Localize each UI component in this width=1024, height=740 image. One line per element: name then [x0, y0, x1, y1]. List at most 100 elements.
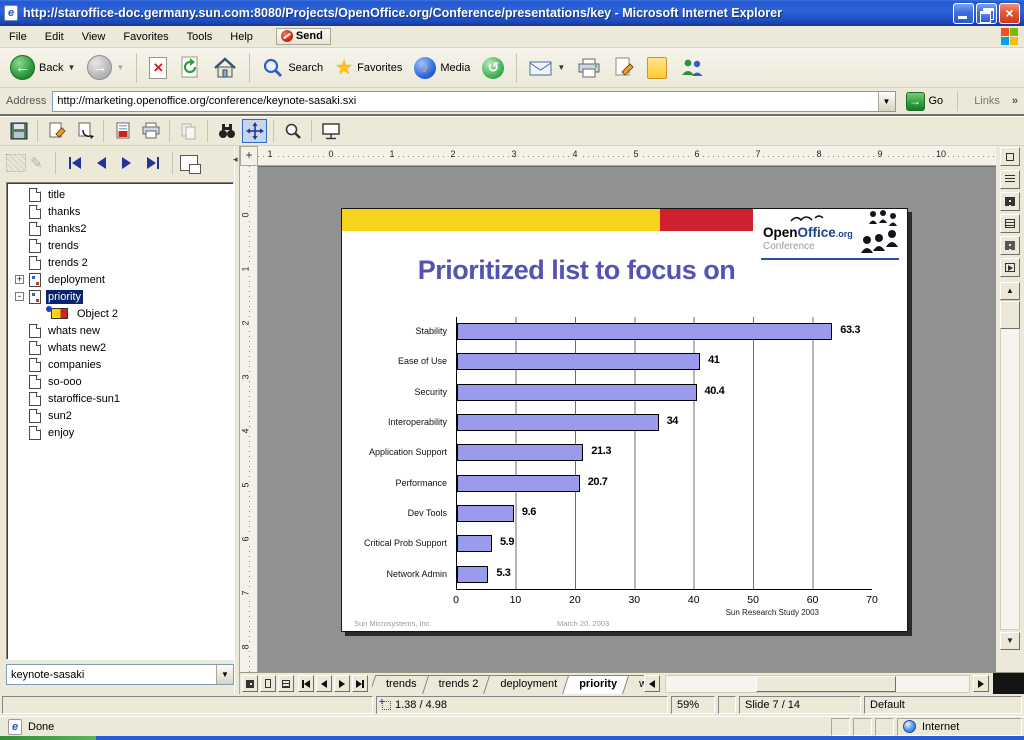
go-button[interactable]: → Go [902, 91, 948, 112]
tree-item-object-2[interactable]: Object 2 [7, 305, 233, 322]
slide-label: priority [46, 290, 83, 304]
slide-tab-priority[interactable]: priority [565, 675, 629, 695]
minimize-button[interactable] [953, 3, 974, 24]
horizontal-scrollbar-thumb[interactable] [756, 676, 896, 692]
refresh-button[interactable] [175, 54, 205, 82]
collapse-icon[interactable]: - [15, 292, 24, 301]
scroll-right-button[interactable] [973, 675, 989, 692]
tree-item-companies[interactable]: companies [7, 356, 233, 373]
tree-item-whats-new[interactable]: whats new [7, 322, 233, 339]
tree-item-title[interactable]: title [7, 186, 233, 203]
tree-item-sun2[interactable]: sun2 [7, 407, 233, 424]
notes-view-button[interactable] [1000, 214, 1020, 233]
tree-item-trends-2[interactable]: trends 2 [7, 254, 233, 271]
back-dropdown-icon[interactable]: ▼ [67, 63, 75, 72]
slide-label: sun2 [46, 409, 74, 423]
messenger-button[interactable] [675, 55, 709, 81]
menu-view[interactable]: View [73, 28, 115, 46]
menu-file[interactable]: File [0, 28, 36, 46]
navigator-button[interactable] [242, 119, 267, 143]
links-overflow-icon[interactable]: » [1012, 95, 1018, 107]
search-button[interactable]: Search [258, 55, 327, 81]
address-input[interactable] [53, 95, 877, 107]
previous-tab-button[interactable] [316, 675, 332, 692]
slide-tab-deployment[interactable]: deployment [486, 675, 569, 695]
menu-tools[interactable]: Tools [178, 28, 222, 46]
address-dropdown-icon[interactable]: ▼ [878, 92, 895, 111]
scroll-up-button[interactable]: ▲ [1000, 282, 1020, 300]
slide-sorter-view-button[interactable] [1000, 192, 1020, 211]
fit-page-button[interactable] [1000, 147, 1020, 166]
last-tab-button[interactable] [352, 675, 368, 692]
slide-tab-trends-2[interactable]: trends 2 [425, 675, 491, 695]
vertical-scrollbar-thumb[interactable] [1000, 301, 1020, 329]
tree-item-deployment[interactable]: +deployment [7, 271, 233, 288]
layer-view-mini-button[interactable] [278, 675, 294, 692]
mail-button[interactable]: ▼ [525, 57, 569, 79]
find-button[interactable] [214, 119, 239, 143]
tab-scroll-left-button[interactable] [644, 675, 660, 692]
handout-view-button[interactable] [1000, 236, 1020, 255]
menu-favorites[interactable]: Favorites [114, 28, 177, 46]
tree-item-thanks[interactable]: thanks [7, 203, 233, 220]
edit-file-button[interactable] [44, 119, 69, 143]
close-button[interactable]: × [999, 3, 1020, 24]
tree-item-whats-new2[interactable]: whats new2 [7, 339, 233, 356]
page-style-field[interactable]: Default [864, 696, 1022, 714]
print-settings-button[interactable] [110, 119, 135, 143]
next-slide-button[interactable] [116, 155, 137, 171]
bar [457, 566, 488, 583]
tree-item-enjoy[interactable]: enjoy [7, 424, 233, 441]
first-tab-button[interactable] [298, 675, 314, 692]
status-pane [853, 718, 872, 736]
slide-master-mini-button[interactable] [260, 675, 276, 692]
slide-show-button[interactable] [1000, 258, 1020, 277]
history-button[interactable] [478, 55, 508, 81]
zoom-button[interactable] [280, 119, 305, 143]
next-tab-button[interactable] [334, 675, 350, 692]
tree-item-trends[interactable]: trends [7, 237, 233, 254]
load-url-button[interactable] [72, 119, 97, 143]
horizontal-ruler[interactable]: 101234567891011 [258, 146, 998, 166]
edit-button[interactable] [609, 55, 639, 81]
print-button[interactable] [573, 55, 605, 81]
media-button[interactable]: Media [410, 55, 474, 81]
slide-tree[interactable]: titlethanksthanks2trendstrends 2+deploym… [6, 182, 234, 660]
menu-edit[interactable]: Edit [36, 28, 73, 46]
forward-button[interactable]: ▼ [83, 53, 128, 82]
links-button[interactable]: Links [968, 95, 1006, 107]
favorites-button[interactable]: ★ Favorites [331, 53, 406, 82]
slide-tab-trends[interactable]: trends [372, 675, 429, 695]
stop-button[interactable] [145, 55, 171, 81]
back-button[interactable]: Back ▼ [6, 53, 79, 82]
horizontal-scrollbar-track[interactable] [665, 675, 970, 693]
expand-icon[interactable]: + [15, 275, 24, 284]
presentation-button[interactable] [318, 119, 343, 143]
tree-item-staroffice-sun1[interactable]: staroffice-sun1 [7, 390, 233, 407]
previous-slide-button[interactable] [91, 155, 112, 171]
restore-button[interactable] [976, 3, 997, 24]
vertical-scrollbar-track[interactable] [1000, 300, 1020, 630]
last-slide-button[interactable] [141, 155, 165, 171]
vertical-ruler[interactable]: 012345678 [240, 166, 258, 672]
print-doc-button[interactable] [138, 119, 163, 143]
home-button[interactable] [209, 55, 241, 81]
slide-view-mini-button[interactable] [242, 675, 258, 692]
tree-item-so-ooo[interactable]: so-ooo [7, 373, 233, 390]
outline-view-button[interactable] [1000, 170, 1020, 189]
zoom-level-field[interactable]: 59% [671, 696, 715, 714]
save-button[interactable] [6, 119, 31, 143]
logo-subtitle: Conference [763, 241, 815, 252]
first-slide-button[interactable] [63, 155, 87, 171]
document-selector-dropdown-icon[interactable]: ▼ [216, 665, 233, 684]
mail-dropdown-icon[interactable]: ▼ [557, 63, 565, 72]
send-button[interactable]: Send [276, 28, 331, 45]
document-selector[interactable]: keynote-sasaki ▼ [6, 664, 234, 685]
scroll-down-button[interactable]: ▼ [1000, 632, 1020, 650]
tree-item-priority[interactable]: - priority [7, 288, 233, 305]
menu-help[interactable]: Help [221, 28, 262, 46]
slide-canvas[interactable]: OpenOffice.org Conference Prioritized li… [341, 208, 908, 632]
tree-item-thanks2[interactable]: thanks2 [7, 220, 233, 237]
new-window-icon[interactable] [180, 155, 198, 171]
notes-button[interactable] [643, 55, 671, 81]
